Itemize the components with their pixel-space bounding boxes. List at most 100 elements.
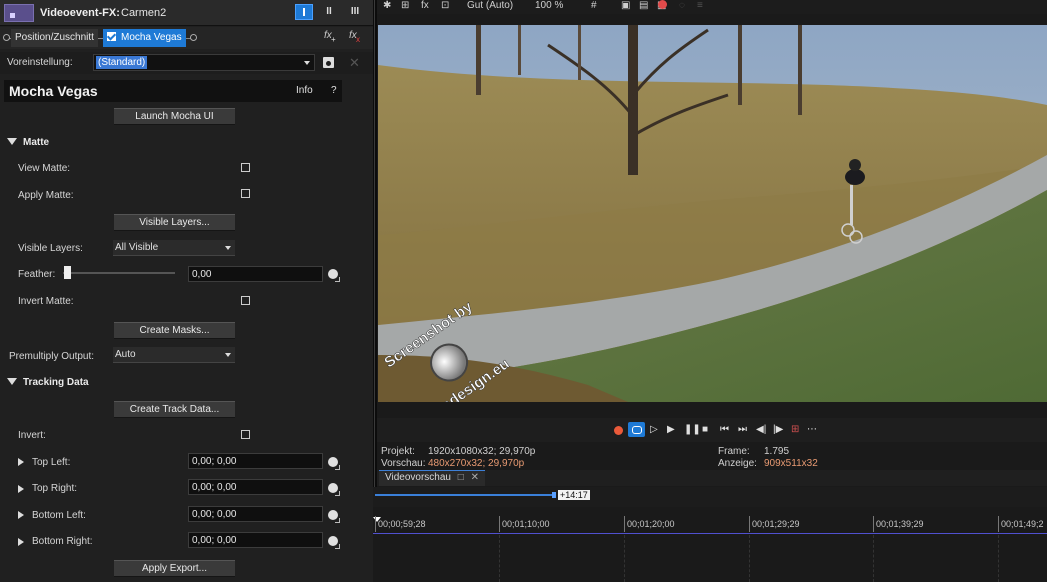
invert-matte-label: Invert Matte: [18,296,74,307]
play-icon[interactable]: ▶ [667,424,675,435]
view-matte-checkbox[interactable] [241,163,250,172]
save-snapshot-icon[interactable]: ▤ [639,0,648,11]
grid-line [624,535,625,582]
split-view-button[interactable]: II [320,4,338,20]
ruler-tick [998,516,999,532]
single-view-button[interactable] [295,4,313,20]
visible-layers-select[interactable]: All Visible [113,240,235,256]
video-fx-panel: Videoevent-FX: Carmen2 II III Position/Z… [0,0,373,582]
top-right-field[interactable]: 0,00; 0,00 [188,479,323,495]
settings-gear-icon[interactable]: ✱ [383,0,391,11]
play-from-start-icon[interactable]: ▷ [650,424,658,435]
external-monitor-icon[interactable]: ⊞ [401,0,409,11]
preview-quality-select[interactable]: Gut (Auto) [467,0,513,11]
preset-select[interactable]: (Standard) [93,54,315,71]
fx-logo-icon [4,4,34,22]
tab-bar: Videovorschau □ ✕ [377,470,1047,486]
apply-matte-label: Apply Matte: [18,190,74,201]
video-preview[interactable]: Screenshot by Ahadesign.eu [378,25,1047,402]
go-to-end-icon[interactable]: ⏭ [738,424,747,435]
invert-checkbox[interactable] [241,430,250,439]
top-left-value: 0,00; 0,00 [192,456,237,467]
plugin-title: Mocha Vegas [9,83,98,99]
info-button[interactable]: Info [296,85,313,96]
go-to-start-icon[interactable]: ⏮ [720,424,729,435]
expand-triangle-icon[interactable] [18,538,24,546]
ruler-label: 00;01;20;00 [627,519,675,529]
vorschau-value: 480x270x32; 29,970p [428,458,525,469]
premultiply-select[interactable]: Auto [113,347,235,363]
tab-videovorschau[interactable]: Videovorschau □ ✕ [379,470,485,486]
animate-keyframe-icon[interactable] [328,269,340,282]
apply-matte-checkbox[interactable] [241,189,250,198]
zoom-select[interactable]: 100 % [535,0,563,11]
animate-keyframe-icon[interactable] [328,457,340,470]
save-preset-icon[interactable] [323,57,334,68]
chain-item-position[interactable]: Position/Zuschnitt [11,29,98,47]
transport-bar: ▷ ▶ ❚❚ ■ ⏮ ⏭ ◀| |▶ ⊞ ⋯ [377,418,1047,442]
fx-window-title: Videoevent-FX: [40,7,120,19]
visible-layers-button[interactable]: Visible Layers... [114,214,235,231]
animate-keyframe-icon[interactable] [328,510,340,523]
ruler-label: 00;01;49;2 [1001,519,1044,529]
preview-info: Projekt: 1920x1080x32; 29,970p Vorschau:… [377,444,1047,470]
grid-line [873,535,874,582]
create-masks-button[interactable]: Create Masks... [114,322,235,339]
apply-export-button[interactable]: Apply Export... [114,560,235,577]
animate-keyframe-icon[interactable] [328,483,340,496]
expand-triangle-icon[interactable] [18,458,24,466]
feather-field[interactable]: 0,00 [188,266,323,282]
split-screen-icon[interactable]: ⊡ [441,0,449,11]
fx-icon[interactable]: fx [421,0,429,11]
loop-playback-button[interactable] [628,422,645,437]
pause-icon[interactable]: ❚❚ [684,424,701,435]
more-options-icon[interactable]: ⋯ [807,424,817,435]
tracking-section-header[interactable]: Tracking Data [7,377,89,388]
chain-end-dot [190,34,197,41]
create-track-data-button[interactable]: Create Track Data... [114,401,235,418]
record-icon[interactable] [658,0,667,9]
chain-item-mocha[interactable]: Mocha Vegas [103,29,186,47]
launch-mocha-button[interactable]: Launch Mocha UI [114,108,235,125]
preset-label: Voreinstellung: [7,57,73,68]
timeline-overview: +14:17 [373,487,1047,507]
top-left-field[interactable]: 0,00; 0,00 [188,453,323,469]
frame-label: Frame: [718,446,750,457]
help-button[interactable]: ? [331,85,337,96]
grid-icon[interactable]: # [591,0,597,11]
loop-region-bar[interactable] [375,492,556,498]
preset-value: (Standard) [96,56,148,69]
feather-slider-track[interactable] [63,272,175,274]
view-matte-label: View Matte: [18,163,71,174]
ruler-tick [873,516,874,532]
chain-item-mocha-label: Mocha Vegas [121,32,182,43]
stop-icon[interactable]: ■ [702,424,708,435]
animate-keyframe-icon[interactable] [328,536,340,549]
copy-snapshot-icon[interactable]: ▣ [621,0,630,11]
matte-section-header[interactable]: Matte [7,137,49,148]
projekt-value: 1920x1080x32; 29,970p [428,446,536,457]
chevron-down-icon [225,246,231,250]
feather-slider-handle[interactable] [64,266,71,279]
loop-region-duration: +14:17 [558,490,590,500]
remove-fx-icon[interactable]: fx [349,30,360,44]
vorschau-label: Vorschau: [381,458,426,469]
ruler-label: 00;01;39;29 [876,519,924,529]
expand-triangle-icon[interactable] [18,485,24,493]
undock-icon[interactable]: □ [458,472,464,483]
bottom-right-field[interactable]: 0,00; 0,00 [188,532,323,548]
prev-frame-icon[interactable]: ◀| [756,424,766,435]
add-fx-icon[interactable]: fx [324,30,335,44]
next-frame-icon[interactable]: |▶ [773,424,783,435]
record-button[interactable] [614,426,623,435]
visible-layers-label: Visible Layers: [18,243,83,254]
close-tab-icon[interactable]: ✕ [471,472,479,483]
triple-view-button[interactable]: III [346,4,364,20]
invert-matte-checkbox[interactable] [241,296,250,305]
expand-triangle-icon[interactable] [18,511,24,519]
delete-preset-icon[interactable]: ✕ [349,55,360,71]
mark-icon[interactable]: ⊞ [791,424,799,435]
time-ruler[interactable]: 00;00;59;28 00;01;10;00 00;01;20;00 00;0… [373,514,1047,534]
enable-check-icon[interactable] [107,32,116,41]
bottom-left-field[interactable]: 0,00; 0,00 [188,506,323,522]
